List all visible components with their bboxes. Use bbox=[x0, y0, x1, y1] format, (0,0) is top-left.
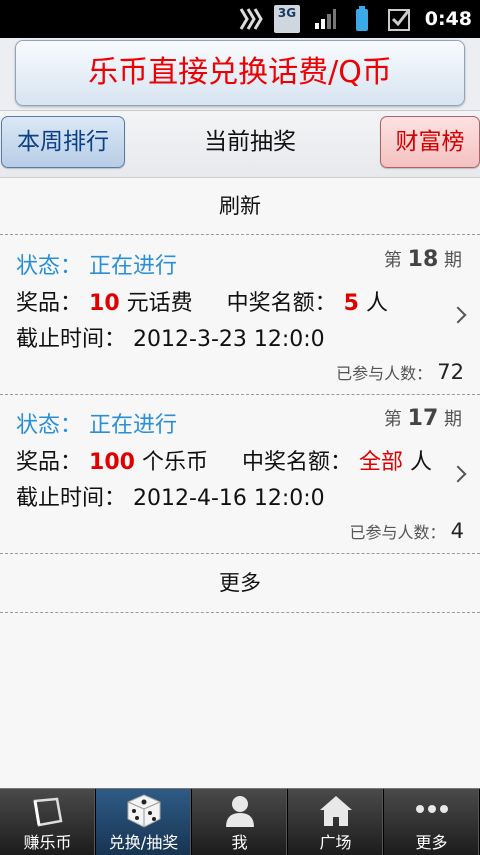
signal-strength-icon bbox=[236, 0, 264, 38]
exchange-credit-button[interactable]: 乐币直接兑换话费/Q币 bbox=[15, 40, 465, 106]
dice-icon bbox=[125, 793, 163, 829]
draw-item[interactable]: 状态： 正在进行 第 17 期 奖品： 100 个乐币 中奖名额： 全部 人 截… bbox=[0, 395, 480, 554]
status-label: 状态： bbox=[16, 413, 83, 438]
period-prefix: 第 bbox=[383, 409, 402, 430]
prize-line: 奖品： 10 元话费 中奖名额： 5 人 bbox=[16, 285, 388, 317]
nav-exchange-draw[interactable]: 兑换/抽奖 bbox=[96, 789, 192, 855]
dots-icon bbox=[413, 793, 451, 829]
chevron-right-icon bbox=[449, 306, 467, 324]
prize-amount: 100 bbox=[89, 450, 135, 475]
refresh-button[interactable]: 刷新 bbox=[0, 178, 480, 235]
wealth-rank-button[interactable]: 财富榜 bbox=[380, 116, 480, 168]
deadline-label: 截止时间： bbox=[16, 327, 127, 352]
tab-bar: 本周排行 当前抽奖 财富榜 bbox=[0, 111, 480, 178]
status-bar: 3G 0:48 bbox=[0, 0, 480, 38]
participants-count: 已参与人数： 4 bbox=[350, 519, 464, 543]
period-suffix: 期 bbox=[444, 409, 462, 430]
winners-label: 中奖名额： bbox=[226, 291, 337, 316]
participants-count: 已参与人数： 72 bbox=[336, 360, 464, 384]
top-banner: 乐币直接兑换话费/Q币 bbox=[0, 38, 480, 111]
network-type-icon: 3G bbox=[274, 5, 300, 33]
period-suffix: 期 bbox=[444, 250, 462, 271]
clock-time: 0:48 bbox=[424, 8, 472, 30]
prize-label: 奖品： bbox=[16, 450, 83, 475]
folder-icon bbox=[29, 793, 67, 829]
status-line: 状态： 正在进行 bbox=[16, 248, 177, 280]
deadline-line: 截止时间： 2012-3-23 12:0:0 bbox=[16, 321, 325, 353]
nav-earn-credits[interactable]: 赚乐币 bbox=[0, 789, 96, 855]
person-icon bbox=[221, 793, 259, 829]
status-value: 正在进行 bbox=[89, 254, 178, 279]
winners-count: 全部 bbox=[358, 450, 403, 475]
chevron-right-icon bbox=[449, 465, 467, 483]
winners-unit: 人 bbox=[410, 450, 433, 475]
prize-unit: 元话费 bbox=[126, 291, 193, 316]
status-value: 正在进行 bbox=[89, 413, 178, 438]
deadline-label: 截止时间： bbox=[16, 486, 127, 511]
bottom-nav: 赚乐币 兑换/抽奖 我 广场 更多 bbox=[0, 788, 480, 855]
participants-label: 已参与人数： bbox=[349, 523, 446, 542]
weekly-rank-button[interactable]: 本周排行 bbox=[1, 116, 125, 168]
participants-value: 72 bbox=[437, 360, 464, 384]
period-number: 第 18 期 bbox=[384, 246, 462, 272]
nav-label: 赚乐币 bbox=[23, 833, 72, 852]
page-title: 当前抽奖 bbox=[204, 129, 296, 155]
period-value: 17 bbox=[407, 406, 439, 431]
prize-unit: 个乐币 bbox=[141, 450, 208, 475]
winners-label: 中奖名额： bbox=[241, 450, 352, 475]
status-label: 状态： bbox=[16, 254, 83, 279]
nav-label: 兑换/抽奖 bbox=[108, 833, 179, 852]
deadline-line: 截止时间： 2012-4-16 12:0:0 bbox=[16, 480, 325, 512]
load-more-button[interactable]: 更多 bbox=[0, 554, 480, 613]
nav-square[interactable]: 广场 bbox=[288, 789, 384, 855]
participants-label: 已参与人数： bbox=[336, 364, 433, 383]
period-value: 18 bbox=[407, 247, 439, 272]
status-line: 状态： 正在进行 bbox=[16, 407, 177, 439]
prize-amount: 10 bbox=[89, 291, 120, 316]
participants-value: 4 bbox=[450, 519, 464, 543]
nav-label: 更多 bbox=[415, 833, 448, 852]
nav-me[interactable]: 我 bbox=[192, 789, 288, 855]
deadline-value: 2012-3-23 12:0:0 bbox=[133, 327, 325, 352]
period-prefix: 第 bbox=[383, 250, 402, 271]
nav-label: 我 bbox=[231, 833, 248, 852]
cell-signal-icon bbox=[312, 0, 338, 38]
checkbox-notification-icon bbox=[386, 0, 414, 38]
house-icon bbox=[317, 793, 355, 829]
winners-count: 5 bbox=[343, 291, 359, 316]
winners-unit: 人 bbox=[365, 291, 388, 316]
draw-item[interactable]: 状态： 正在进行 第 18 期 奖品： 10 元话费 中奖名额： 5 人 截止时… bbox=[0, 236, 480, 395]
deadline-value: 2012-4-16 12:0:0 bbox=[133, 486, 325, 511]
nav-more[interactable]: 更多 bbox=[384, 789, 480, 855]
period-number: 第 17 期 bbox=[384, 405, 462, 431]
prize-line: 奖品： 100 个乐币 中奖名额： 全部 人 bbox=[16, 444, 432, 476]
battery-icon bbox=[352, 0, 372, 38]
prize-label: 奖品： bbox=[16, 291, 83, 316]
nav-label: 广场 bbox=[319, 833, 352, 852]
